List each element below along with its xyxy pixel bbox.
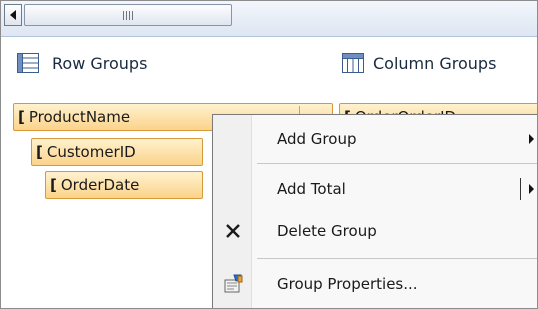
row-group-customerid[interactable]: [ CustomerID (31, 138, 203, 166)
scroll-left-button[interactable] (4, 4, 22, 26)
row-group-label: CustomerID (46, 143, 136, 161)
menu-item-label: Group Properties... (277, 275, 418, 293)
menu-item-add-total[interactable]: Add Total (213, 171, 537, 207)
menu-item-add-group[interactable]: Add Group (213, 121, 537, 157)
delete-x-icon (221, 219, 245, 243)
scroll-thumb[interactable] (24, 4, 232, 26)
menu-item-label: Delete Group (277, 222, 377, 240)
properties-icon (221, 272, 245, 296)
menu-item-label: Add Total (277, 180, 346, 198)
row-group-label: OrderDate (60, 176, 140, 194)
groups-header: Row Groups Column Groups (1, 37, 537, 99)
menu-item-label: Add Group (277, 130, 357, 148)
menu-item-group-properties[interactable]: Group Properties... (213, 266, 537, 302)
column-groups-header: Column Groups (342, 53, 496, 73)
menu-separator (257, 163, 537, 164)
row-group-orderdate[interactable]: [ OrderDate (45, 171, 203, 199)
row-group-label: ProductName (28, 108, 131, 126)
column-groups-icon (342, 53, 364, 73)
row-groups-header: Row Groups (17, 53, 147, 73)
grouping-pane: Row Groups Column Groups [ ProductName [… (0, 0, 538, 309)
grip-icon (123, 10, 133, 20)
menu-item-delete-group[interactable]: Delete Group (213, 213, 537, 249)
row-groups-icon (17, 53, 39, 73)
row-groups-label: Row Groups (52, 53, 148, 73)
left-arrow-icon (10, 10, 16, 20)
submenu-arrow-icon (529, 134, 534, 144)
group-bracket-icon: [ (36, 143, 43, 161)
column-groups-label: Column Groups (373, 53, 497, 73)
split-divider (520, 178, 521, 200)
context-menu: Add Group Add Total Delete Group Group P… (212, 114, 537, 308)
horizontal-scrollbar[interactable] (1, 1, 537, 37)
group-bracket-icon: [ (18, 108, 25, 126)
group-bracket-icon: [ (50, 176, 57, 194)
submenu-arrow-icon[interactable] (529, 184, 534, 194)
menu-separator (257, 258, 537, 259)
